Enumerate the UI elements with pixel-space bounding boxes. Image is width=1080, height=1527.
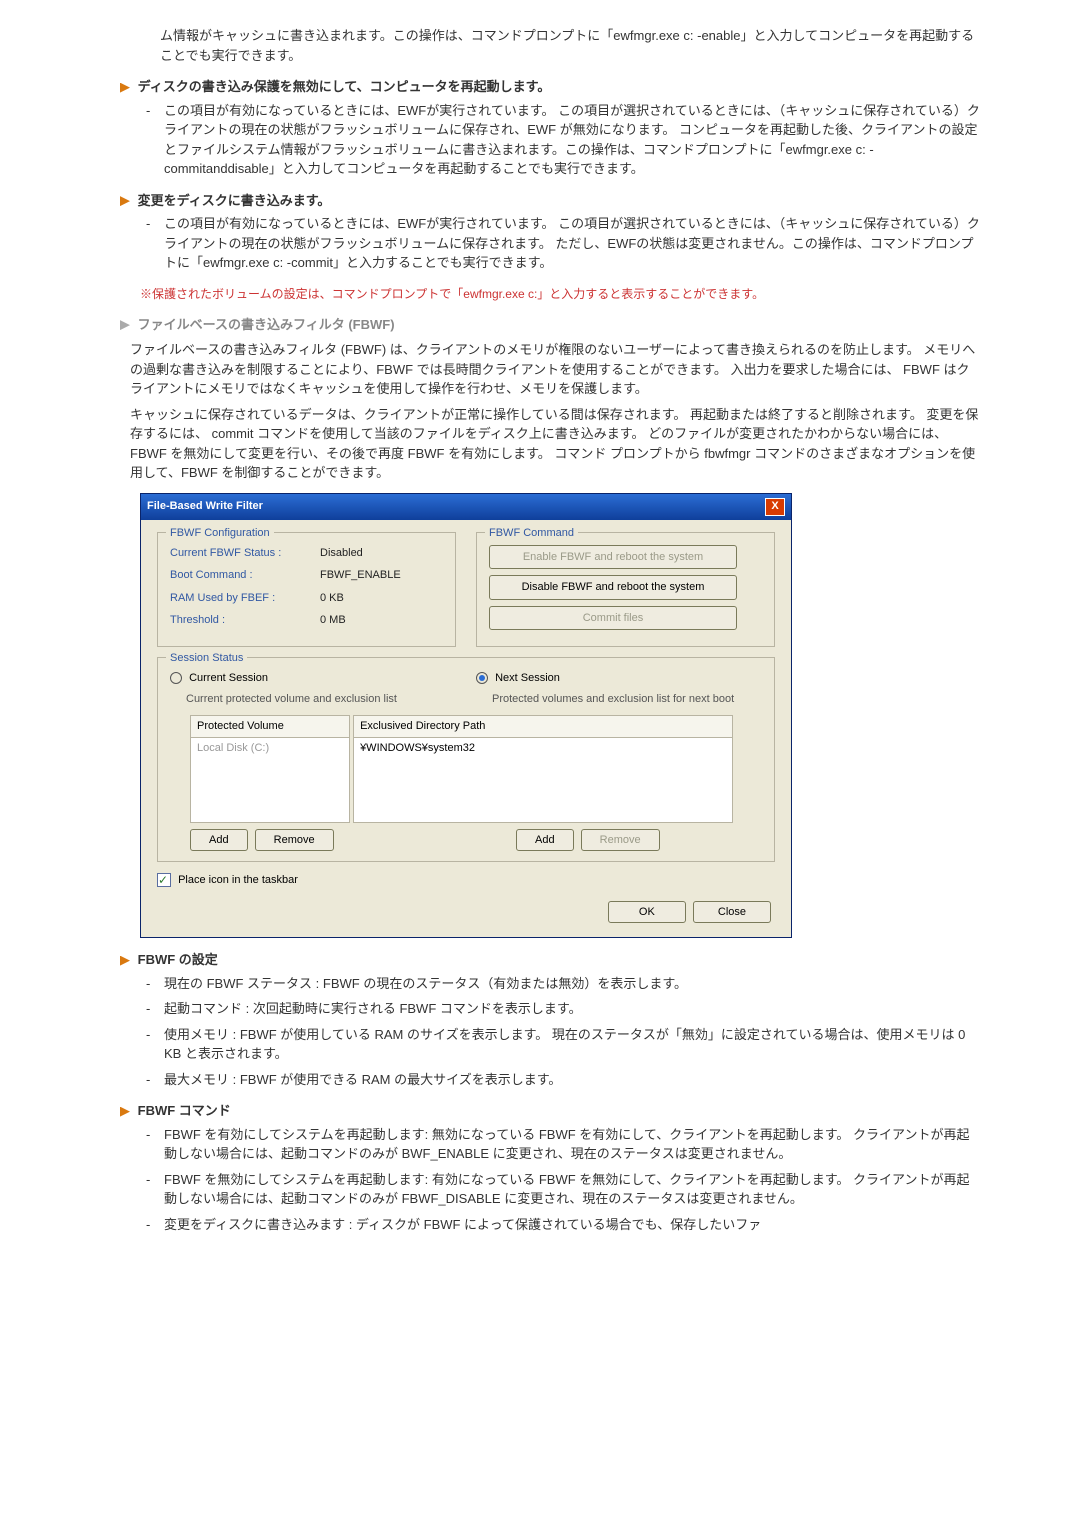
list-item: 現在の FBWF ステータス : FBWF の現在のステータス（有効または無効）…: [140, 974, 980, 994]
dialog-title: File-Based Write Filter: [147, 498, 263, 515]
fbwf-config-group: FBWF Configuration Current FBWF Status :…: [157, 532, 456, 648]
close-icon[interactable]: X: [765, 498, 785, 516]
fbwf-command-group: FBWF Command Enable FBWF and reboot the …: [476, 532, 775, 648]
protected-volume-list[interactable]: Local Disk (C:): [190, 738, 350, 823]
disable-fbwf-button[interactable]: Disable FBWF and reboot the system: [489, 575, 737, 600]
group-legend: FBWF Configuration: [166, 525, 274, 542]
radio-current-session[interactable]: Current Session: [170, 670, 456, 687]
status-label: Current FBWF Status :: [170, 545, 320, 562]
list-sec2: この項目が有効になっているときには、EWFが実行されています。 この項目が選択さ…: [140, 214, 980, 273]
arrow-icon: [120, 83, 130, 93]
boot-label: Boot Command :: [170, 567, 320, 584]
fbwf-dialog: File-Based Write Filter X FBWF Configura…: [140, 493, 792, 939]
fbwf-para1: ファイルベースの書き込みフィルタ (FBWF) は、クライアントのメモリが権限の…: [130, 340, 980, 399]
radio-icon: [170, 672, 182, 684]
remove-volume-button[interactable]: Remove: [255, 829, 334, 852]
session-status-group: Session Status Current Session Current p…: [157, 657, 775, 862]
arrow-icon: [120, 320, 130, 330]
radio-icon: [476, 672, 488, 684]
ram-label: RAM Used by FBEF :: [170, 590, 320, 607]
list-item: FBWF を無効にしてシステムを再起動します: 有効になっている FBWF を無…: [140, 1170, 980, 1209]
list-item: 使用メモリ : FBWF が使用している RAM のサイズを表示します。 現在の…: [140, 1025, 980, 1064]
fbwf-para2: キャッシュに保存されているデータは、クライアントが正常に操作している間は保存され…: [130, 405, 980, 483]
exclusion-path-list[interactable]: ¥WINDOWS¥system32: [353, 738, 733, 823]
protected-volume-header: Protected Volume: [190, 715, 350, 738]
arrow-icon: [120, 196, 130, 206]
radio-label: Next Session: [495, 672, 560, 684]
list-item: この項目が有効になっているときには、EWFが実行されています。 この項目が選択さ…: [140, 101, 980, 179]
section-disable-protect: ディスクの書き込み保護を無効にして、コンピュータを再起動します。: [120, 77, 980, 97]
group-legend: Session Status: [166, 650, 247, 667]
commit-files-button[interactable]: Commit files: [489, 606, 737, 631]
section-title: 変更をディスクに書き込みます。: [138, 193, 331, 208]
radio-next-session[interactable]: Next Session: [476, 670, 762, 687]
checkbox-icon: [157, 873, 171, 887]
section-title: FBWF の設定: [138, 952, 218, 967]
taskbar-checkbox[interactable]: Place icon in the taskbar: [157, 872, 775, 889]
section-title: ファイルベースの書き込みフィルタ (FBWF): [138, 317, 395, 332]
intro-text: ム情報がキャッシュに書き込まれます。この操作は、コマンドプロンプトに「ewfmg…: [160, 26, 980, 65]
list-item: 最大メモリ : FBWF が使用できる RAM の最大サイズを表示します。: [140, 1070, 980, 1090]
section-fbwf: ファイルベースの書き込みフィルタ (FBWF): [120, 315, 980, 335]
enable-fbwf-button[interactable]: Enable FBWF and reboot the system: [489, 545, 737, 570]
close-button[interactable]: Close: [693, 901, 771, 924]
arrow-icon: [120, 956, 130, 966]
list-cmd: FBWF を有効にしてシステムを再起動します: 無効になっている FBWF を有…: [140, 1125, 980, 1235]
exclusion-path-header: Exclusived Directory Path: [353, 715, 733, 738]
add-path-button[interactable]: Add: [516, 829, 574, 852]
dialog-titlebar: File-Based Write Filter X: [141, 494, 791, 520]
section-fbwf-command: FBWF コマンド: [120, 1101, 980, 1121]
section-title: ディスクの書き込み保護を無効にして、コンピュータを再起動します。: [138, 79, 551, 94]
list-item: 変更をディスクに書き込みます : ディスクが FBWF によって保護されている場…: [140, 1215, 980, 1235]
status-value: Disabled: [320, 545, 363, 562]
note-text: ※保護されたボリュームの設定は、コマンドプロンプトで「ewfmgr.exe c:…: [140, 285, 980, 303]
arrow-icon: [120, 1107, 130, 1117]
remove-path-button[interactable]: Remove: [581, 829, 660, 852]
radio-label: Current Session: [189, 672, 268, 684]
list-sec1: この項目が有効になっているときには、EWFが実行されています。 この項目が選択さ…: [140, 101, 980, 179]
boot-value: FBWF_ENABLE: [320, 567, 401, 584]
radio-sub: Current protected volume and exclusion l…: [170, 691, 456, 708]
section-fbwf-setting: FBWF の設定: [120, 950, 980, 970]
list-item: FBWF を有効にしてシステムを再起動します: 無効になっている FBWF を有…: [140, 1125, 980, 1164]
ok-button[interactable]: OK: [608, 901, 686, 924]
section-title: FBWF コマンド: [138, 1103, 231, 1118]
threshold-value: 0 MB: [320, 612, 346, 629]
section-write-changes: 変更をディスクに書き込みます。: [120, 191, 980, 211]
ram-value: 0 KB: [320, 590, 344, 607]
threshold-label: Threshold :: [170, 612, 320, 629]
list-setting: 現在の FBWF ステータス : FBWF の現在のステータス（有効または無効）…: [140, 974, 980, 1090]
group-legend: FBWF Command: [485, 525, 578, 542]
list-item: 起動コマンド : 次回起動時に実行される FBWF コマンドを表示します。: [140, 999, 980, 1019]
add-volume-button[interactable]: Add: [190, 829, 248, 852]
radio-sub: Protected volumes and exclusion list for…: [476, 691, 762, 708]
checkbox-label: Place icon in the taskbar: [178, 874, 298, 886]
list-item: この項目が有効になっているときには、EWFが実行されています。 この項目が選択さ…: [140, 214, 980, 273]
